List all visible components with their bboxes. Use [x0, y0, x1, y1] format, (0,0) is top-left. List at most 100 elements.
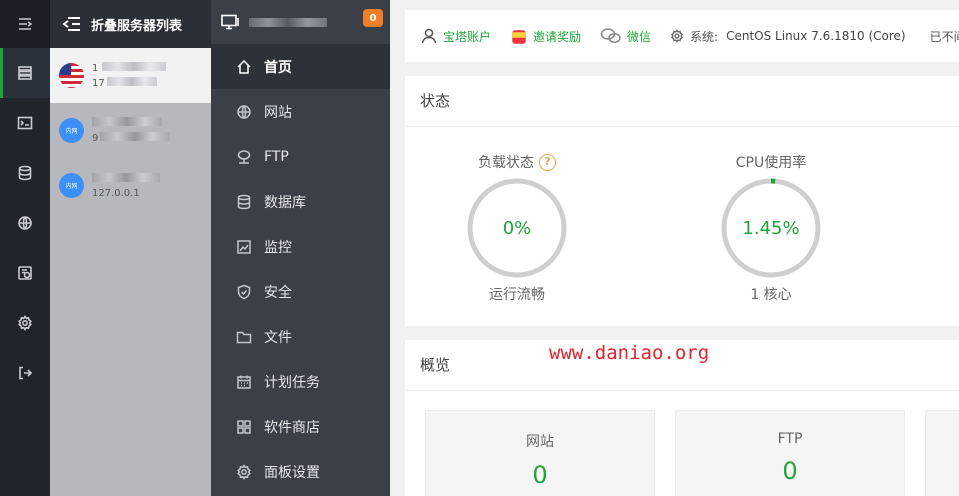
- cpu-value: 1.45%: [742, 217, 800, 239]
- rail-terminal[interactable]: [0, 98, 50, 148]
- wechat-link[interactable]: 微信: [600, 27, 651, 45]
- server-list-panel: 折叠服务器列表 1 17 内网 9 内网 127.0.0.1: [50, 0, 211, 496]
- nav-item-label: 监控: [264, 239, 292, 256]
- nav-item-label: 数据库: [264, 194, 306, 211]
- app-root: 折叠服务器列表 1 17 内网 9 内网 127.0.0.1 0 首页 网站 F…: [0, 0, 959, 496]
- grid-icon: [237, 419, 251, 434]
- nav-item-website[interactable]: 网站: [211, 89, 390, 134]
- status-card: 状态 负载状态 ? 0% 运行流畅 CPU使用率 1.45% 1 核心: [405, 76, 959, 326]
- database-icon: [18, 165, 32, 181]
- account-link-label: 宝塔账户: [443, 29, 492, 44]
- collapse-list-icon: [62, 17, 80, 31]
- server-list-title: 折叠服务器列表: [91, 18, 183, 34]
- desktop-icon: [221, 14, 239, 30]
- nav-item-files[interactable]: 文件: [211, 314, 390, 359]
- gear-icon: [671, 29, 684, 43]
- cpu-gauge[interactable]: CPU使用率 1.45% 1 核心: [711, 152, 831, 304]
- globe-icon: [237, 104, 251, 119]
- nav-item-cron[interactable]: 计划任务: [211, 359, 390, 404]
- rail-monitor[interactable]: [0, 248, 50, 298]
- nav-item-security[interactable]: 安全: [211, 269, 390, 314]
- nav-item-label: 网站: [264, 104, 292, 121]
- nav-item-ftp[interactable]: FTP: [211, 134, 390, 179]
- server-ip: 17: [92, 78, 105, 89]
- server-name: 1: [92, 63, 99, 74]
- lan-icon: 内网: [59, 173, 84, 198]
- us-flag-icon: [59, 63, 84, 88]
- redacted-text: [106, 77, 157, 86]
- nav-item-store[interactable]: 软件商店: [211, 404, 390, 449]
- wechat-link-label: 微信: [627, 29, 652, 44]
- server-ip: 127.0.0.1: [92, 187, 140, 199]
- load-label: 负载状态: [478, 155, 534, 171]
- system-info: 系统: CentOS Linux 7.6.1810 (Core) 已不间断运行: [670, 28, 959, 45]
- overview-item-value: 0: [782, 457, 798, 485]
- rail-settings[interactable]: [0, 298, 50, 348]
- nav-item-label: 安全: [264, 284, 292, 301]
- watermark-text: www.daniao.org: [549, 342, 710, 364]
- account-link[interactable]: 宝塔账户: [420, 27, 491, 45]
- status-title: 状态: [405, 76, 959, 127]
- server-list-icon: [18, 66, 32, 80]
- folder-icon: [236, 331, 252, 343]
- server-item[interactable]: 内网 127.0.0.1: [50, 158, 211, 213]
- globe-icon: [18, 216, 32, 230]
- calendar-icon: [237, 375, 251, 389]
- load-gauge[interactable]: 负载状态 ? 0% 运行流畅: [457, 152, 577, 304]
- terminal-icon: [17, 116, 33, 130]
- nav-item-label: 首页: [264, 59, 292, 76]
- nav-item-label: 计划任务: [264, 374, 320, 391]
- collapse-server-list-button[interactable]: 折叠服务器列表: [50, 0, 211, 48]
- server-ip: 9: [92, 133, 99, 144]
- notification-badge[interactable]: 0: [363, 9, 383, 27]
- rail-server-list[interactable]: [0, 48, 50, 98]
- server-item[interactable]: 内网 9: [50, 103, 211, 158]
- shield-icon: [237, 284, 251, 299]
- nav-item-label: FTP: [264, 148, 289, 165]
- lan-badge: 内网: [65, 183, 78, 190]
- invite-link[interactable]: 邀请奖励: [510, 27, 581, 45]
- overview-website-box[interactable]: 网站 0: [425, 410, 655, 496]
- nav-item-monitor[interactable]: 监控: [211, 224, 390, 269]
- help-icon[interactable]: ?: [539, 153, 556, 171]
- monitor-icon: [237, 239, 251, 254]
- rail-globe[interactable]: [0, 198, 50, 248]
- nav-item-home[interactable]: 首页: [211, 44, 390, 89]
- nav-item-database[interactable]: 数据库: [211, 179, 390, 224]
- nav-item-panel-settings[interactable]: 面板设置: [211, 449, 390, 494]
- home-icon: [237, 59, 251, 74]
- overview-ftp-box[interactable]: FTP 0: [675, 410, 905, 496]
- nav-item-label: 面板设置: [264, 464, 320, 481]
- redacted-text: [92, 172, 160, 182]
- overview-item-value: 0: [532, 461, 548, 489]
- invite-link-label: 邀请奖励: [533, 29, 582, 44]
- cpu-label: CPU使用率: [735, 155, 807, 171]
- monitor-icon: [18, 266, 32, 280]
- redacted-text: [100, 132, 171, 141]
- wechat-icon: [600, 28, 621, 43]
- server-item[interactable]: 1 17: [50, 48, 211, 103]
- nav-item-label: 软件商店: [264, 419, 320, 436]
- uptime-label: 已不间断运行: [929, 29, 959, 44]
- overview-next-box[interactable]: [925, 410, 959, 496]
- icon-rail: [0, 0, 50, 496]
- overview-item-name: 网站: [526, 434, 554, 450]
- rail-database[interactable]: [0, 148, 50, 198]
- system-label: 系统:: [690, 29, 719, 44]
- main-content: 宝塔账户 邀请奖励 微信 系统: CentOS Linux 7.6.1810 (…: [390, 0, 959, 496]
- top-bar: 宝塔账户 邀请奖励 微信 系统: CentOS Linux 7.6.1810 (…: [405, 10, 959, 62]
- load-status-text: 运行流畅: [489, 287, 545, 303]
- redacted-text: [102, 62, 167, 71]
- logout-icon: [19, 366, 33, 380]
- cpu-cores-text: 1 核心: [750, 287, 792, 303]
- load-value: 0%: [502, 217, 532, 239]
- menu-collapse-icon: [19, 18, 33, 30]
- overview-item-name: FTP: [777, 431, 803, 447]
- redacted-text: [92, 117, 162, 126]
- gift-icon: [512, 30, 526, 44]
- ftp-icon: [237, 149, 251, 164]
- database-icon: [237, 194, 251, 209]
- rail-toggle-button[interactable]: [0, 0, 50, 48]
- rail-logout[interactable]: [0, 348, 50, 398]
- system-value: CentOS Linux 7.6.1810 (Core): [726, 29, 906, 43]
